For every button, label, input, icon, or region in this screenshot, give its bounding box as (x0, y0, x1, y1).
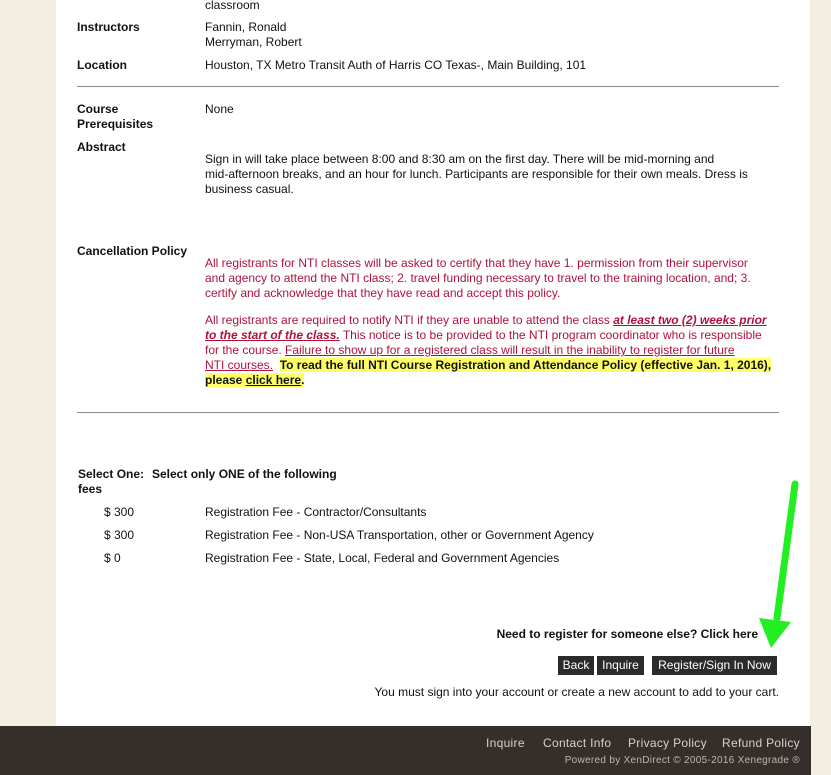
location-label: Location (77, 58, 127, 72)
policy-emphasis: at least two (2) weeks prior (613, 313, 767, 327)
fee-name[interactable]: Registration Fee - Non-USA Transportatio… (205, 528, 594, 543)
abstract-text: Sign in will take place between 8:00 and… (205, 152, 785, 197)
signin-note: You must sign into your account or creat… (374, 685, 779, 699)
fee-name[interactable]: Registration Fee - Contractor/Consultant… (205, 505, 426, 520)
abstract-line: Sign in will take place between 8:00 and… (205, 152, 715, 166)
policy-text: for the course. (205, 343, 286, 357)
fees-instruction: Select only ONE of the following (152, 467, 337, 481)
abstract-line: business casual. (205, 182, 294, 196)
select-one-label: Select One: fees (78, 467, 144, 497)
fee-price: $ 0 (104, 551, 121, 565)
cancellation-para-2: All registrants are required to notify N… (205, 313, 785, 388)
inquire-button[interactable]: Inquire (597, 656, 644, 675)
fee-row[interactable]: $ 300 (104, 528, 134, 542)
policy-text: This notice is to be provided to the NTI… (339, 328, 762, 342)
powered-by-text: Powered by XenDirect © 2005-2016 Xenegra… (564, 755, 800, 766)
register-someone-else-link[interactable]: Need to register for someone else? Click… (497, 627, 758, 641)
fee-row[interactable]: $ 0 (104, 551, 121, 565)
policy-line: certify and acknowledge that they have r… (205, 286, 561, 300)
cancellation-label: Cancellation Policy (77, 244, 188, 258)
policy-highlight: To read the full NTI Course Registration… (279, 358, 772, 372)
register-signin-button[interactable]: Register/Sign In Now (652, 656, 777, 675)
prereq-label-line-2: Prerequisites (77, 117, 154, 131)
policy-click-here-link[interactable]: click here (246, 373, 301, 387)
policy-text: All registrants are required to notify N… (205, 313, 614, 327)
fee-price: $ 300 (104, 505, 135, 519)
policy-line: All registrants for NTI classes will be … (205, 256, 748, 270)
instructor-2: Merryman, Robert (205, 35, 302, 49)
policy-emphasis: to the start of the class. (205, 328, 340, 342)
abstract-line: mid-afternoon breaks, and an hour for lu… (205, 167, 748, 181)
footer-link-contact-info[interactable]: Contact Info (543, 736, 611, 750)
footer: Inquire Contact Info Privacy Policy Refu… (0, 726, 811, 775)
abstract-label: Abstract (77, 140, 126, 154)
footer-link-privacy-policy[interactable]: Privacy Policy (628, 736, 707, 750)
divider (77, 412, 779, 413)
instructors-label: Instructors (77, 20, 140, 34)
prereq-label-line-1: Course (77, 102, 119, 116)
top-partial-text: classroom (205, 0, 260, 12)
policy-underlined: NTI courses. (205, 358, 274, 372)
policy-highlight-end: . (301, 373, 305, 387)
divider (77, 86, 779, 87)
annotation-arrow-icon (759, 480, 799, 648)
location-value: Houston, TX Metro Transit Auth of Harris… (205, 58, 587, 72)
prereq-value: None (205, 102, 234, 116)
prereq-label: Course Prerequisites (77, 102, 153, 132)
instructor-1: Fannin, Ronald (205, 20, 287, 34)
policy-highlight: please (205, 373, 246, 387)
fee-row[interactable]: $ 300 (104, 505, 134, 519)
select-one-fees-text: fees (78, 482, 103, 496)
cancellation-para-1: All registrants for NTI classes will be … (205, 256, 785, 301)
policy-underlined: Failure to show up for a registered clas… (285, 343, 735, 357)
back-button[interactable]: Back (558, 656, 594, 675)
footer-link-refund-policy[interactable]: Refund Policy (722, 736, 800, 750)
select-one-text: Select One: (78, 467, 145, 481)
policy-line: and agency to attend the NTI class; 2. t… (205, 271, 751, 285)
fee-name[interactable]: Registration Fee - State, Local, Federal… (205, 551, 559, 566)
fee-price: $ 300 (104, 528, 135, 542)
footer-link-inquire[interactable]: Inquire (486, 736, 525, 750)
